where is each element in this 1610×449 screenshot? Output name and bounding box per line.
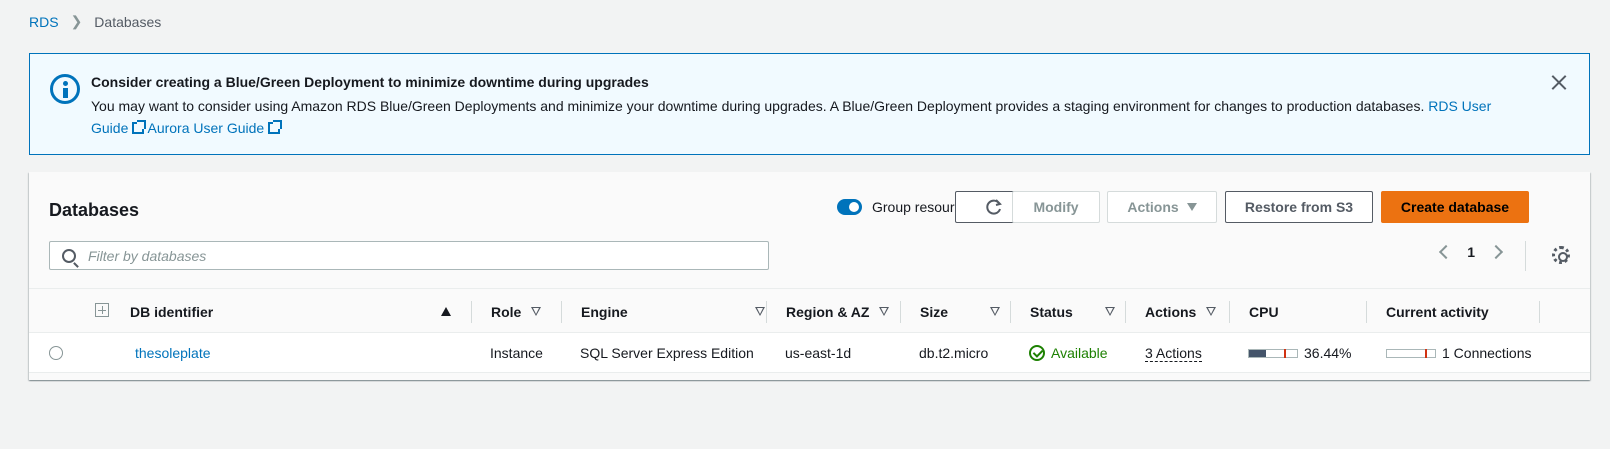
cpu-value: 36.44% [1304, 345, 1352, 361]
col-label: DB identifier [130, 303, 214, 320]
flash-title: Consider creating a Blue/Green Deploymen… [91, 74, 649, 90]
col-size[interactable]: Size [920, 289, 1000, 334]
col-role[interactable]: Role [491, 289, 542, 334]
col-label: CPU [1249, 303, 1279, 320]
refresh-icon [985, 199, 1002, 215]
cell-actions: 3 Actions [1145, 333, 1202, 373]
databases-panel: Databases Group resources Modify Actions… [29, 172, 1590, 380]
cell-db-identifier: thesoleplate [135, 333, 211, 373]
row-actions-popover[interactable]: 3 Actions [1145, 345, 1202, 362]
panel-title: Databases [49, 200, 140, 220]
search-icon [62, 248, 76, 263]
col-actions[interactable]: Actions [1145, 289, 1217, 334]
sort-icon [531, 307, 542, 316]
col-cpu[interactable]: CPU [1249, 289, 1279, 334]
actions-label: Actions [1127, 199, 1179, 215]
cell-status: Available [1029, 333, 1108, 373]
col-status[interactable]: Status [1030, 289, 1115, 334]
db-identifier-link[interactable]: thesoleplate [135, 345, 211, 361]
flash-body: You may want to consider using Amazon RD… [91, 95, 1521, 139]
create-database-button[interactable]: Create database [1381, 191, 1529, 223]
cell-cpu: 36.44% [1248, 333, 1351, 373]
col-region-az[interactable]: Region & AZ [786, 289, 890, 334]
col-label: Engine [581, 303, 628, 320]
sort-icon [879, 307, 890, 316]
status-available: Available [1029, 345, 1108, 361]
cpu-bar-fill [1249, 349, 1267, 357]
check-circle-icon [1029, 345, 1045, 361]
databases-table: DB identifier Role Engine Region & AZ Si… [29, 288, 1590, 373]
column-separator [1366, 301, 1367, 323]
col-label: Region & AZ [786, 303, 870, 320]
cpu-bar-threshold [1284, 348, 1286, 358]
restore-from-s3-button[interactable]: Restore from S3 [1225, 191, 1373, 223]
col-label: Current activity [1386, 303, 1489, 320]
sort-icon [990, 307, 1000, 316]
gear-icon[interactable] [1552, 246, 1570, 264]
cell-activity: 1 Connections [1386, 333, 1532, 373]
cell-size: db.t2.micro [919, 345, 989, 361]
sort-icon [755, 307, 765, 316]
col-label: Actions [1145, 303, 1197, 320]
chevron-right-icon: ❯ [70, 13, 83, 29]
status-label: Available [1051, 345, 1108, 361]
aurora-user-guide-label: Aurora User Guide [147, 120, 265, 136]
info-flashbar: Consider creating a Blue/Green Deploymen… [29, 53, 1590, 155]
info-icon [50, 74, 80, 104]
modify-button[interactable]: Modify [1012, 191, 1100, 223]
breadcrumb: RDS ❯ Databases [29, 13, 161, 30]
activity-bar [1386, 348, 1436, 358]
column-separator [1539, 301, 1540, 323]
external-link-icon [132, 120, 147, 134]
column-separator [471, 301, 472, 323]
search-field[interactable] [49, 241, 769, 270]
column-separator [1229, 301, 1230, 323]
flash-body-text: You may want to consider using Amazon RD… [91, 98, 1425, 114]
divider [1525, 241, 1526, 271]
search-input[interactable] [88, 247, 688, 264]
page-number[interactable]: 1 [1467, 244, 1475, 260]
col-db-identifier[interactable]: DB identifier [130, 289, 213, 334]
col-label: Size [920, 303, 949, 320]
table-header: DB identifier Role Engine Region & AZ Si… [29, 288, 1590, 333]
sort-icon [1105, 307, 1115, 316]
chevron-left-icon[interactable] [1439, 244, 1454, 260]
chevron-right-icon[interactable] [1488, 244, 1504, 260]
actions-dropdown[interactable]: Actions [1107, 191, 1217, 223]
col-label: Status [1030, 303, 1073, 320]
caret-down-icon [1186, 203, 1197, 211]
cpu-bar [1248, 348, 1298, 358]
external-link-icon [268, 120, 283, 134]
sort-ascending-icon[interactable] [441, 307, 451, 316]
column-separator [561, 301, 562, 323]
column-separator [766, 301, 767, 323]
cell-region: us-east-1d [785, 345, 852, 361]
table-row[interactable]: thesoleplate Instance SQL Server Express… [29, 333, 1590, 373]
toggle-switch[interactable] [837, 199, 862, 215]
close-icon[interactable] [1549, 72, 1569, 92]
col-engine[interactable]: Engine [581, 289, 777, 334]
activity-value: 1 Connections [1442, 345, 1532, 361]
column-separator [1125, 301, 1126, 323]
sort-icon [1206, 307, 1217, 316]
breadcrumb-current: Databases [94, 13, 162, 30]
col-label: Role [491, 303, 522, 320]
cell-role: Instance [490, 345, 543, 361]
row-select-radio[interactable] [49, 346, 63, 360]
aurora-user-guide-link[interactable]: Aurora User Guide [147, 120, 283, 136]
column-separator [900, 301, 901, 323]
pagination: 1 [1439, 244, 1504, 260]
breadcrumb-rds-link[interactable]: RDS [29, 14, 59, 30]
activity-bar-threshold [1425, 348, 1427, 358]
cell-engine: SQL Server Express Edition [580, 345, 754, 361]
col-current-activity[interactable]: Current activity [1386, 289, 1489, 334]
expand-all-icon[interactable] [95, 303, 109, 317]
column-separator [1010, 301, 1011, 323]
